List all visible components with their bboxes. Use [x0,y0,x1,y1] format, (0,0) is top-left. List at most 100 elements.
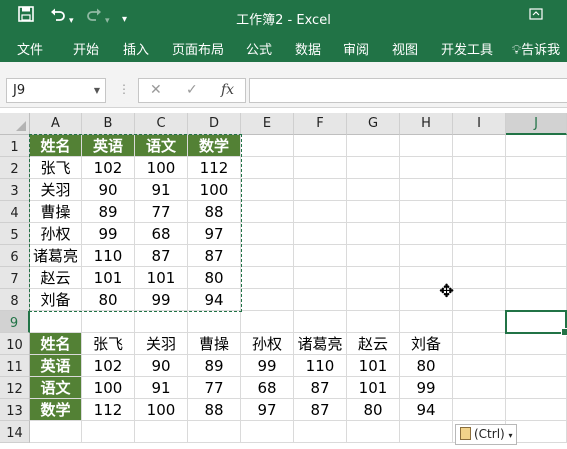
cell-h2[interactable] [400,157,453,179]
cell-d5[interactable]: 97 [188,223,241,245]
cell-f9[interactable] [294,311,347,333]
cell-i5[interactable] [453,223,506,245]
cell-f4[interactable] [294,201,347,223]
row-header-2[interactable]: 2 [0,157,30,179]
cell-a4[interactable]: 曹操 [30,201,82,223]
column-header-i[interactable]: I [453,113,506,135]
cell-h14[interactable] [400,421,453,443]
cell-i3[interactable] [453,179,506,201]
cell-a7[interactable]: 赵云 [30,267,82,289]
cell-e3[interactable] [241,179,294,201]
cell-f7[interactable] [294,267,347,289]
cell-a5[interactable]: 孙权 [30,223,82,245]
cell-i10[interactable] [453,333,506,355]
cell-a1[interactable]: 姓名 [30,135,82,157]
cell-i6[interactable] [453,245,506,267]
cell-c12[interactable]: 91 [135,377,188,399]
cell-d13[interactable]: 88 [188,399,241,421]
cell-e14[interactable] [241,421,294,443]
cell-g2[interactable] [347,157,400,179]
cell-b12[interactable]: 100 [82,377,135,399]
column-header-g[interactable]: G [347,113,400,135]
cell-c14[interactable] [135,421,188,443]
cell-h4[interactable] [400,201,453,223]
cell-b8[interactable]: 80 [82,289,135,311]
row-header-14[interactable]: 14 [0,421,30,443]
tab-data[interactable]: 数据 [295,39,321,58]
cell-e7[interactable] [241,267,294,289]
cell-d10[interactable]: 曹操 [188,333,241,355]
cell-i11[interactable] [453,355,506,377]
cell-h9[interactable] [400,311,453,333]
tab-review[interactable]: 审阅 [343,39,369,58]
cell-a11[interactable]: 英语 [30,355,82,377]
cell-b5[interactable]: 99 [82,223,135,245]
cancel-icon[interactable]: ✕ [150,82,162,98]
cell-j3[interactable] [506,179,567,201]
row-header-8[interactable]: 8 [0,289,30,311]
cell-j7[interactable] [506,267,567,289]
cell-e13[interactable]: 97 [241,399,294,421]
cell-d4[interactable]: 88 [188,201,241,223]
cell-d7[interactable]: 80 [188,267,241,289]
cell-g3[interactable] [347,179,400,201]
cell-d3[interactable]: 100 [188,179,241,201]
cell-b3[interactable]: 90 [82,179,135,201]
tab-formulas[interactable]: 公式 [246,39,272,58]
cell-g14[interactable] [347,421,400,443]
cell-g13[interactable]: 80 [347,399,400,421]
cell-f11[interactable]: 110 [294,355,347,377]
cell-j1[interactable] [506,135,567,157]
cell-e12[interactable]: 68 [241,377,294,399]
cell-h5[interactable] [400,223,453,245]
tab-home[interactable]: 开始 [73,39,99,58]
column-header-d[interactable]: D [188,113,241,135]
cell-d1[interactable]: 数学 [188,135,241,157]
cell-g6[interactable] [347,245,400,267]
cell-h11[interactable]: 80 [400,355,453,377]
row-header-7[interactable]: 7 [0,267,30,289]
cell-e8[interactable] [241,289,294,311]
cell-i13[interactable] [453,399,506,421]
cell-j4[interactable] [506,201,567,223]
cell-a8[interactable]: 刘备 [30,289,82,311]
cell-c8[interactable]: 99 [135,289,188,311]
tell-me-search[interactable]: 💡︎告诉我 [512,39,560,58]
ribbon-display-options-icon[interactable] [527,7,545,25]
cell-g9[interactable] [347,311,400,333]
cell-e5[interactable] [241,223,294,245]
cell-e1[interactable] [241,135,294,157]
worksheet-grid[interactable]: A B C D E F G H I J 1 姓名 英语 语文 数学 2 张飞 102 100 112 3 关羽 90 91 10… [0,113,567,449]
cell-f1[interactable] [294,135,347,157]
cell-i2[interactable] [453,157,506,179]
cell-c6[interactable]: 87 [135,245,188,267]
row-header-11[interactable]: 11 [0,355,30,377]
cell-d14[interactable] [188,421,241,443]
cell-c3[interactable]: 91 [135,179,188,201]
cell-a14[interactable] [30,421,82,443]
cell-c2[interactable]: 100 [135,157,188,179]
row-header-1[interactable]: 1 [0,135,30,157]
cell-g4[interactable] [347,201,400,223]
column-header-h[interactable]: H [400,113,453,135]
cell-c13[interactable]: 100 [135,399,188,421]
cell-f6[interactable] [294,245,347,267]
row-header-10[interactable]: 10 [0,333,30,355]
select-all-button[interactable] [0,113,30,135]
cell-c1[interactable]: 语文 [135,135,188,157]
cell-i4[interactable] [453,201,506,223]
cell-f10[interactable]: 诸葛亮 [294,333,347,355]
cell-g10[interactable]: 赵云 [347,333,400,355]
column-header-b[interactable]: B [82,113,135,135]
cell-c7[interactable]: 101 [135,267,188,289]
tab-insert[interactable]: 插入 [123,39,149,58]
cell-e11[interactable]: 99 [241,355,294,377]
cell-b7[interactable]: 101 [82,267,135,289]
cell-g7[interactable] [347,267,400,289]
column-header-c[interactable]: C [135,113,188,135]
cell-h13[interactable]: 94 [400,399,453,421]
cell-j9[interactable] [506,311,567,333]
cell-g12[interactable]: 101 [347,377,400,399]
cell-b14[interactable] [82,421,135,443]
insert-function-icon[interactable]: fx [221,82,234,98]
